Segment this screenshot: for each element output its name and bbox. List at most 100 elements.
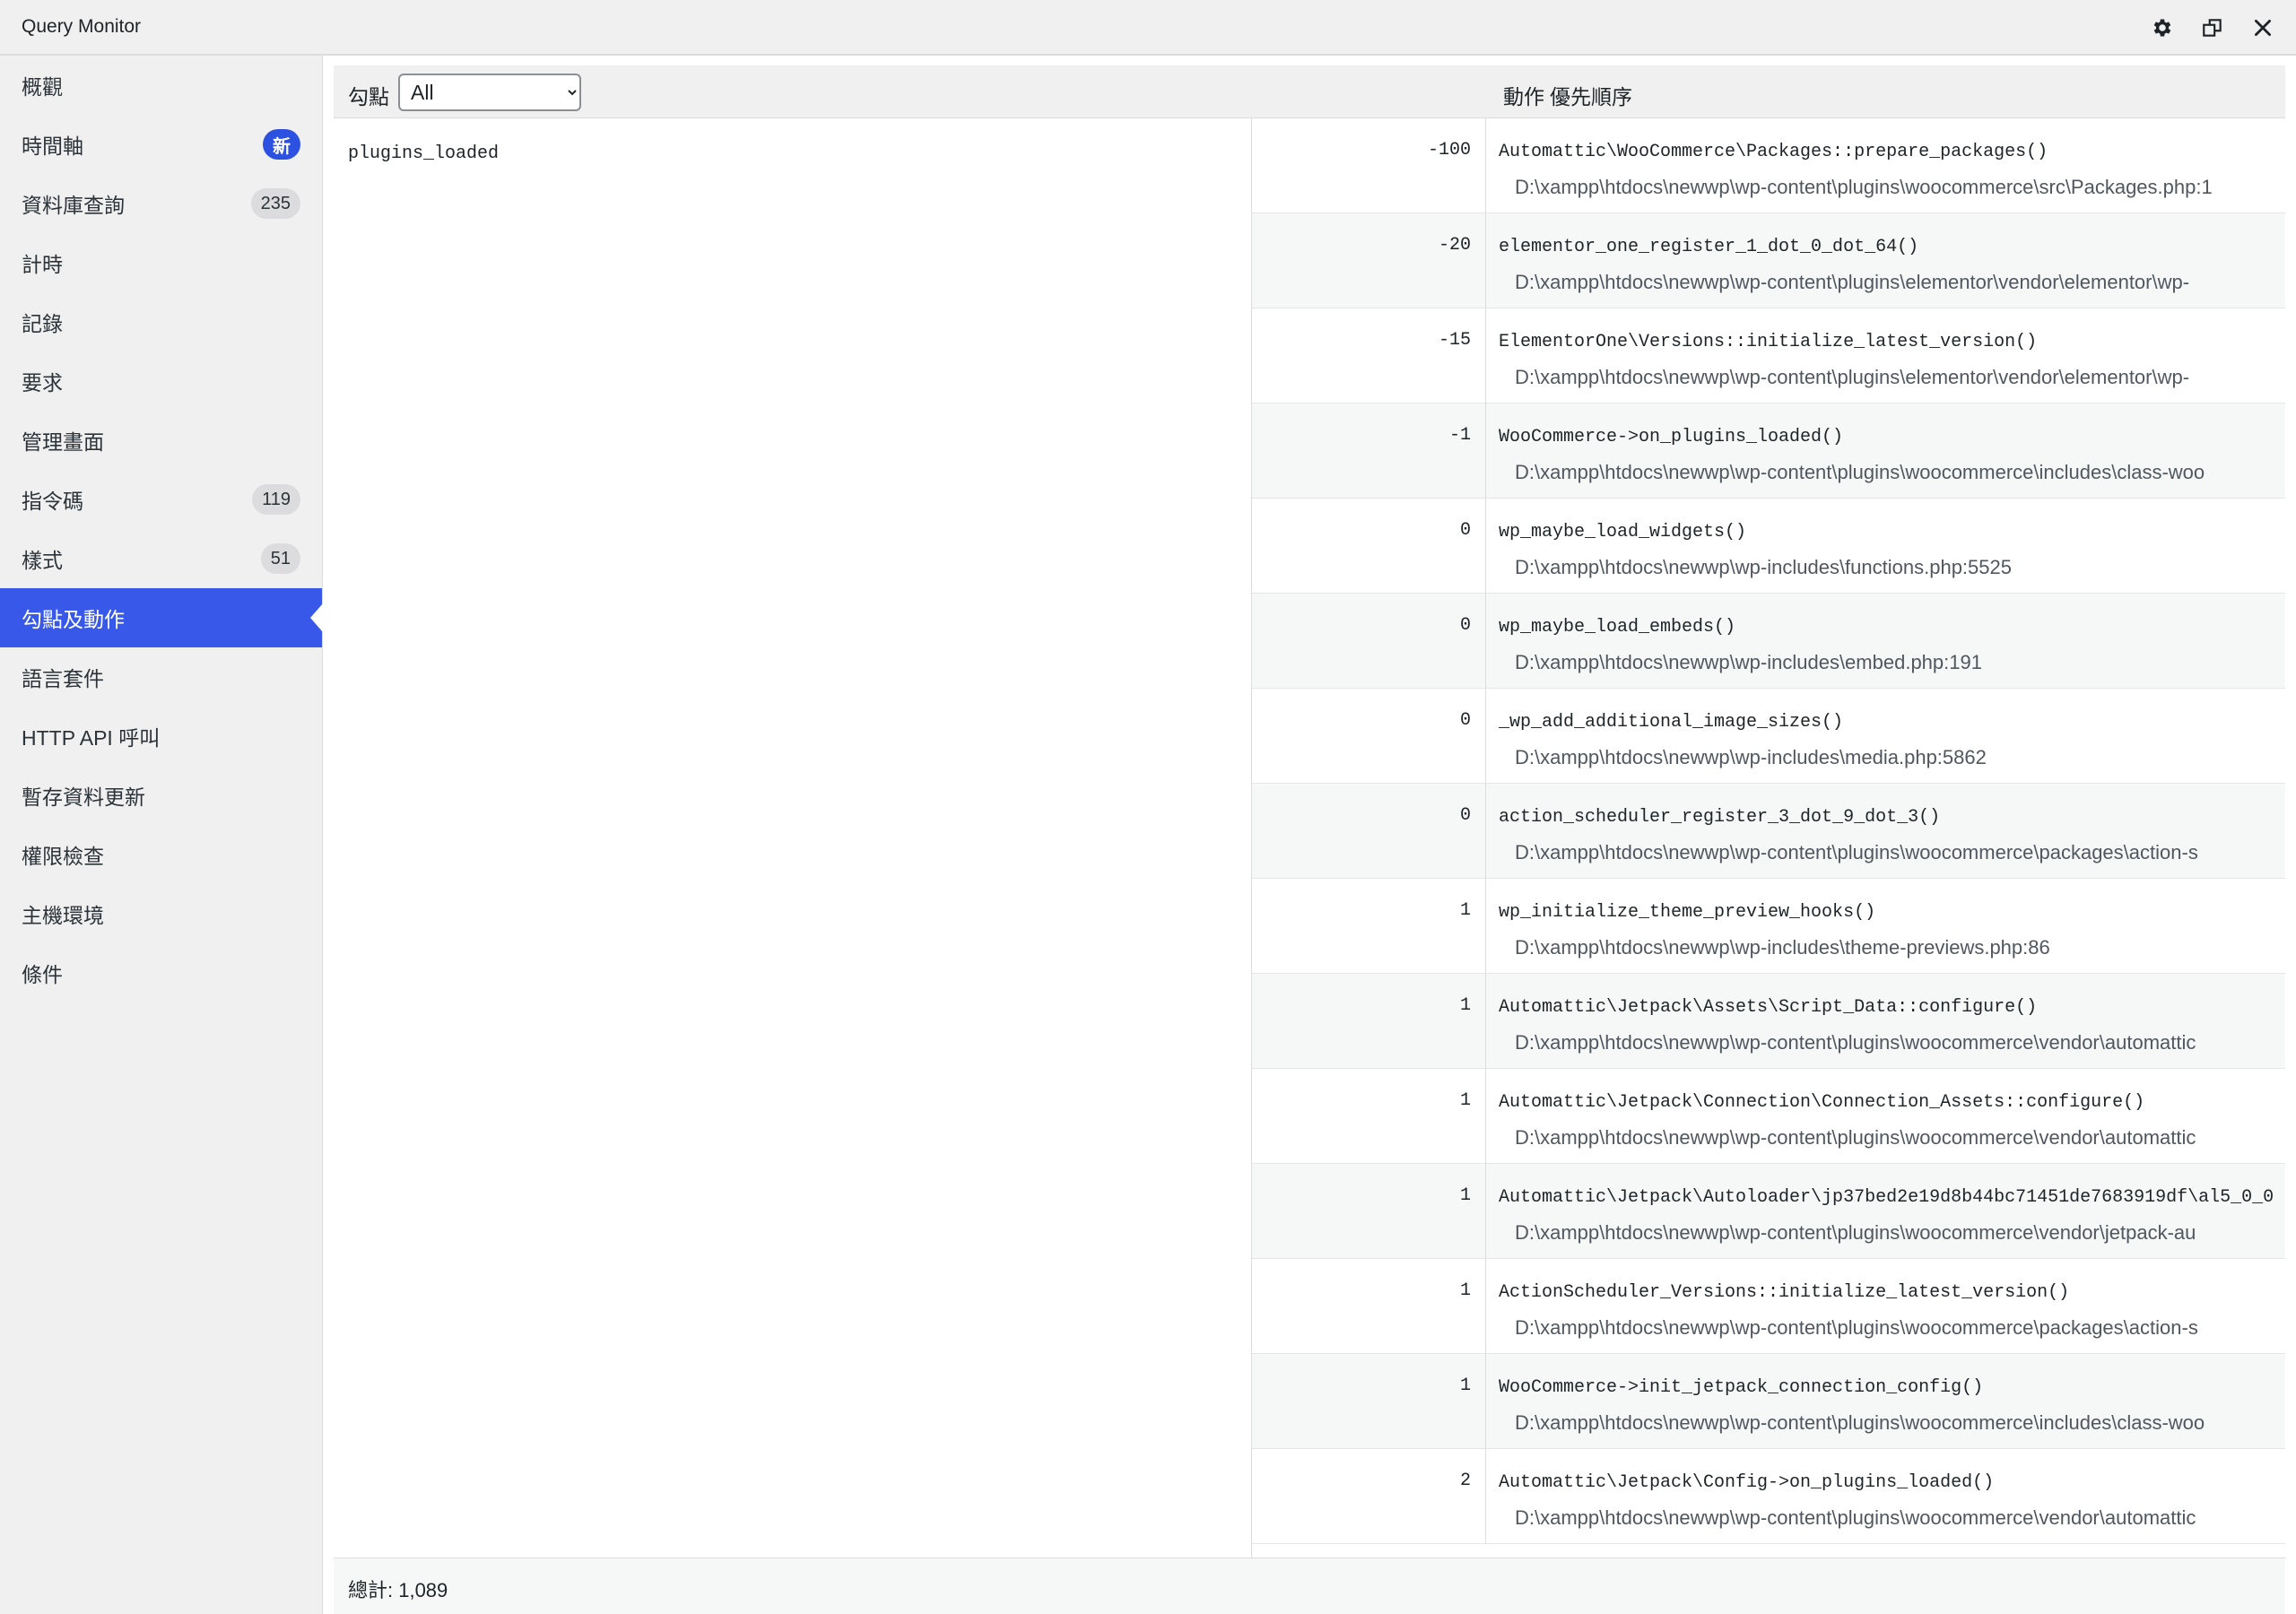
callback-file-link[interactable]: D:\xampp\htdocs\newwp\wp-content\plugins… — [1515, 1316, 2198, 1340]
sidebar-item-label: 主機環境 — [22, 904, 104, 927]
priority-value: 2 — [1459, 1471, 1471, 1491]
sidebar-item-scripts[interactable]: 指令碼 119 — [0, 470, 322, 529]
sidebar-item-label: 管理畫面 — [22, 430, 104, 454]
count-badge: 119 — [252, 484, 300, 515]
sidebar-item-capability-checks[interactable]: 權限檢查 — [0, 825, 322, 884]
window-title: Query Monitor — [22, 16, 142, 37]
table-row: 0 action_scheduler_register_3_dot_9_dot_3… — [1252, 784, 2285, 879]
priority-value: 0 — [1459, 805, 1471, 826]
priority-value: -1 — [1448, 425, 1471, 446]
callback-function: ActionScheduler_Versions::initialize_lat… — [1499, 1282, 2070, 1303]
gear-icon[interactable] — [2149, 14, 2176, 41]
sidebar-item-logs[interactable]: 記錄 — [0, 292, 322, 351]
priority-value: -20 — [1438, 235, 1471, 256]
priority-value: 1 — [1459, 1280, 1471, 1301]
close-icon[interactable] — [2249, 14, 2276, 41]
action-rows: -100 Automattic\WooCommerce\Packages::pre… — [1252, 118, 2285, 1544]
action-column-header: 動作 — [1503, 85, 1544, 108]
hook-cell: plugins_loaded — [334, 118, 1252, 1558]
priority-value: -100 — [1427, 140, 1471, 161]
callback-file-link[interactable]: D:\xampp\htdocs\newwp\wp-content\plugins… — [1515, 271, 2189, 294]
sidebar-item-styles[interactable]: 樣式 51 — [0, 529, 322, 588]
callback-file-link[interactable]: D:\xampp\htdocs\newwp\wp-content\plugins… — [1515, 1411, 2205, 1435]
sidebar-item-label: 條件 — [22, 963, 63, 986]
table-row: 1 Automattic\Jetpack\Connection\Connectio… — [1252, 1069, 2285, 1164]
callback-file-link[interactable]: D:\xampp\htdocs\newwp\wp-content\plugins… — [1515, 366, 2189, 389]
sidebar-item-label: 計時 — [22, 253, 63, 276]
sidebar-item-timeline[interactable]: 時間軸 新 — [0, 115, 322, 174]
column-divider — [1485, 689, 1486, 784]
hook-name: plugins_loaded — [348, 143, 500, 164]
callback-file-link[interactable]: D:\xampp\htdocs\newwp\wp-includes\embed.… — [1515, 651, 1982, 674]
sidebar-item-http-api-calls[interactable]: HTTP API 呼叫 — [0, 707, 322, 766]
callback-function: _wp_add_additional_image_sizes() — [1499, 712, 1844, 733]
column-divider — [1485, 499, 1486, 594]
table-row: 0 wp_maybe_load_embeds() D:\xampp\htdocs\n… — [1252, 594, 2285, 689]
table-row: 1 ActionScheduler_Versions::initialize_la… — [1252, 1259, 2285, 1354]
priority-value: 1 — [1459, 1375, 1471, 1396]
new-badge: 新 — [263, 129, 300, 160]
callback-file-link[interactable]: D:\xampp\htdocs\newwp\wp-content\plugins… — [1515, 1031, 2196, 1054]
count-badge: 235 — [250, 188, 300, 219]
sidebar-item-hooks-actions[interactable]: 勾點及動作 — [0, 588, 322, 647]
column-divider — [1485, 1449, 1486, 1544]
callback-function: elementor_one_register_1_dot_0_dot_64() — [1499, 237, 1919, 257]
callback-file-link[interactable]: D:\xampp\htdocs\newwp\wp-includes\functi… — [1515, 556, 2012, 579]
table-row: 1 wp_initialize_theme_preview_hooks() D:\x… — [1252, 879, 2285, 974]
priority-value: 1 — [1459, 900, 1471, 921]
sidebar-item-database-queries[interactable]: 資料庫查詢 235 — [0, 174, 322, 233]
column-divider — [1485, 404, 1486, 499]
sidebar-item-environment[interactable]: 主機環境 — [0, 884, 322, 943]
callback-function: wp_initialize_theme_preview_hooks() — [1499, 902, 1876, 923]
sidebar-item-label: 概觀 — [22, 75, 63, 99]
sidebar-item-label: 要求 — [22, 371, 63, 395]
column-divider — [1485, 213, 1486, 308]
sidebar-item-conditionals[interactable]: 條件 — [0, 943, 322, 1002]
callback-function: Automattic\Jetpack\Assets\Script_Data::c… — [1499, 997, 2038, 1018]
table-row: 1 Automattic\Jetpack\Assets\Script_Data::… — [1252, 974, 2285, 1069]
sidebar-item-label: 資料庫查詢 — [22, 194, 125, 217]
total-count: 總計: 1,089 — [348, 1579, 448, 1601]
sidebar-item-label: 權限檢查 — [22, 845, 104, 868]
sidebar-item-label: 記錄 — [22, 312, 63, 335]
callback-file-link[interactable]: D:\xampp\htdocs\newwp\wp-content\plugins… — [1515, 1126, 2196, 1150]
sidebar-item-label: 語言套件 — [22, 667, 104, 690]
column-divider — [1485, 784, 1486, 879]
sidebar-item-request[interactable]: 要求 — [0, 351, 322, 411]
callback-file-link[interactable]: D:\xampp\htdocs\newwp\wp-content\plugins… — [1515, 176, 2213, 199]
hook-column-header: 勾點 — [348, 85, 389, 108]
callback-function: Automattic\Jetpack\Autoloader\jp37bed2e1… — [1499, 1187, 2274, 1208]
sidebar-item-languages[interactable]: 語言套件 — [0, 647, 322, 707]
column-divider — [1485, 879, 1486, 974]
hook-filter-select[interactable]: All — [398, 74, 581, 111]
callback-file-link[interactable]: D:\xampp\htdocs\newwp\wp-includes\media.… — [1515, 746, 1987, 769]
callback-function: wp_maybe_load_embeds() — [1499, 617, 1736, 638]
priority-value: 0 — [1459, 520, 1471, 541]
sidebar-item-transient-updates[interactable]: 暫存資料更新 — [0, 766, 322, 825]
sidebar: 概觀 時間軸 新 資料庫查詢 235 計時 記錄 要求 管理畫面 指令碼 119… — [0, 56, 323, 1614]
callback-function: action_scheduler_register_3_dot_9_dot_3(… — [1499, 807, 1941, 828]
column-divider — [1485, 1069, 1486, 1164]
callback-function: WooCommerce->init_jetpack_connection_con… — [1499, 1377, 1984, 1398]
column-divider — [1485, 1354, 1486, 1449]
callback-file-link[interactable]: D:\xampp\htdocs\newwp\wp-includes\theme-… — [1515, 936, 2050, 959]
popout-icon[interactable] — [2199, 14, 2226, 41]
column-divider — [1485, 1259, 1486, 1354]
count-badge: 51 — [260, 543, 300, 574]
callback-file-link[interactable]: D:\xampp\htdocs\newwp\wp-content\plugins… — [1515, 1506, 2196, 1530]
priority-value: 1 — [1459, 1090, 1471, 1111]
table-row: -100 Automattic\WooCommerce\Packages::pre… — [1252, 118, 2285, 213]
callback-file-link[interactable]: D:\xampp\htdocs\newwp\wp-content\plugins… — [1515, 841, 2198, 864]
sidebar-item-timings[interactable]: 計時 — [0, 233, 322, 292]
callback-function: WooCommerce->on_plugins_loaded() — [1499, 427, 1844, 447]
sidebar-item-admin-screen[interactable]: 管理畫面 — [0, 411, 322, 470]
sidebar-item-overview[interactable]: 概觀 — [0, 56, 322, 115]
priority-value: 0 — [1459, 615, 1471, 636]
sidebar-item-label: 指令碼 — [22, 490, 83, 513]
callback-file-link[interactable]: D:\xampp\htdocs\newwp\wp-content\plugins… — [1515, 1221, 2196, 1245]
callback-file-link[interactable]: D:\xampp\htdocs\newwp\wp-content\plugins… — [1515, 461, 2205, 484]
priority-value: 0 — [1459, 710, 1471, 731]
sidebar-item-label: 樣式 — [22, 549, 63, 572]
column-divider — [1485, 1164, 1486, 1259]
title-bar-actions — [2149, 0, 2276, 56]
